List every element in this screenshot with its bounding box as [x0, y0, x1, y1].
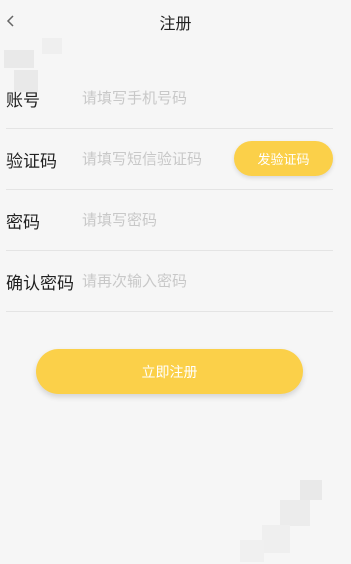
account-row: 账号	[6, 68, 333, 129]
pixel-artifact	[262, 525, 290, 553]
register-form: 账号 验证码 发验证码 密码 确认密码	[6, 68, 333, 312]
pixel-artifact	[240, 540, 264, 562]
password-row: 密码	[6, 190, 333, 251]
pixel-artifact	[280, 500, 310, 526]
confirm-password-row: 确认密码	[6, 251, 333, 312]
verification-code-input[interactable]	[82, 150, 232, 168]
verification-row: 验证码 发验证码	[6, 129, 333, 190]
password-label: 密码	[6, 212, 40, 233]
register-button[interactable]: 立即注册	[36, 349, 303, 394]
verification-label: 验证码	[6, 151, 57, 172]
pixel-artifact	[4, 50, 34, 68]
pixel-artifact	[300, 480, 322, 500]
send-code-button[interactable]: 发验证码	[234, 141, 333, 176]
account-label: 账号	[6, 90, 40, 111]
top-bar: 注册	[0, 0, 351, 44]
confirm-password-input[interactable]	[82, 272, 232, 290]
password-input[interactable]	[82, 211, 232, 229]
page-title: 注册	[159, 14, 192, 33]
confirm-password-label: 确认密码	[6, 273, 74, 294]
account-input[interactable]	[82, 89, 232, 107]
register-screen: 注册 账号 验证码 发验证码 密码 确认密码 立即注册	[0, 0, 351, 564]
